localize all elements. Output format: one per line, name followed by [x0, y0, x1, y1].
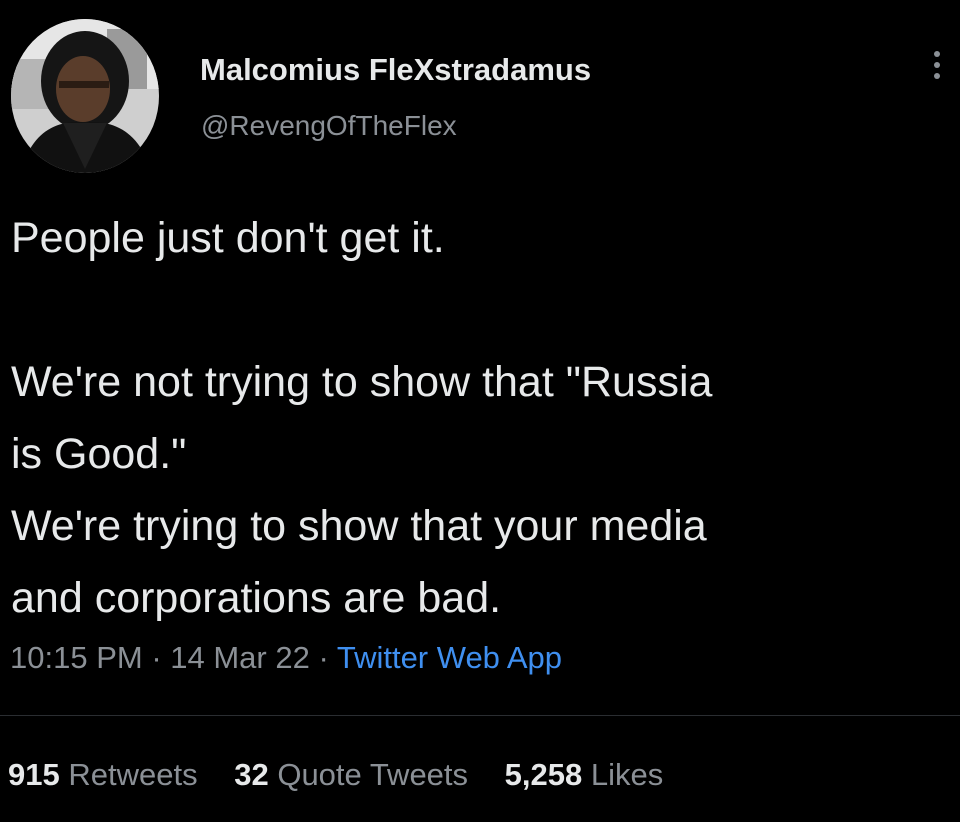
quote-tweets-stat[interactable]: 32 Quote Tweets	[234, 757, 468, 792]
meta-separator: ·	[309, 640, 337, 675]
tweet-meta: 10:15 PM · 14 Mar 22 · Twitter Web App	[10, 640, 562, 676]
tweet-text-line: We're trying to show that your media	[11, 502, 707, 550]
display-name[interactable]: Malcomius FleXstradamus	[200, 52, 591, 88]
tweet-date[interactable]: 14 Mar 22	[170, 640, 310, 675]
tweet-source-link[interactable]: Twitter Web App	[337, 640, 562, 675]
quote-tweets-count: 32	[234, 757, 269, 792]
likes-label: Likes	[590, 757, 664, 792]
retweets-stat[interactable]: 915 Retweets	[8, 757, 198, 792]
tweet-stats: 915 Retweets 32 Quote Tweets 5,258 Likes	[8, 757, 691, 793]
retweets-label: Retweets	[68, 757, 198, 792]
tweet-card: Malcomius FleXstradamus @RevengOfTheFlex…	[0, 0, 960, 822]
meta-separator: ·	[142, 640, 171, 675]
avatar[interactable]	[11, 19, 159, 173]
tweet-text-line: is Good."	[11, 430, 187, 478]
tweet-time[interactable]: 10:15 PM	[10, 640, 143, 675]
tweet-text: People just don't get it. We're not tryi…	[11, 202, 941, 634]
tweet-text-line: and corporations are bad.	[11, 574, 502, 622]
tweet-text-line: People just don't get it.	[11, 214, 445, 262]
profile-photo-icon	[11, 19, 159, 173]
retweets-count: 915	[8, 757, 60, 792]
divider	[0, 715, 960, 716]
tweet-text-line: We're not trying to show that "Russia	[11, 358, 713, 406]
likes-count: 5,258	[504, 757, 583, 792]
likes-stat[interactable]: 5,258 Likes	[505, 757, 664, 792]
user-handle[interactable]: @RevengOfTheFlex	[201, 110, 457, 142]
more-options-icon[interactable]	[926, 46, 948, 84]
quote-tweets-label: Quote Tweets	[277, 757, 469, 792]
